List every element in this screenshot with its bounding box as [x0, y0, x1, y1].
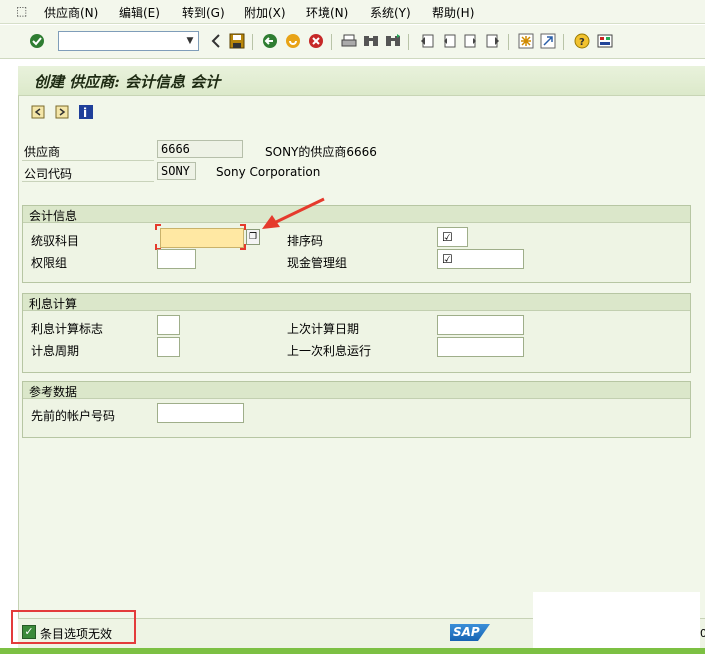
group-title: 参考数据 — [29, 385, 78, 399]
group-header: 利息计算 — [23, 294, 690, 311]
last-interest-run-label: 上一次利息运行 — [287, 344, 372, 358]
group-title: 利息计算 — [29, 297, 78, 311]
last-calc-date-label: 上次计算日期 — [287, 322, 360, 336]
back-icon[interactable] — [207, 32, 225, 50]
blank-area — [533, 592, 700, 654]
separator — [252, 34, 253, 50]
command-field[interactable]: ▼ — [58, 31, 199, 51]
save-icon[interactable] — [228, 32, 246, 50]
print-icon[interactable] — [340, 32, 358, 50]
company-description: Sony Corporation — [216, 165, 321, 179]
help-icon[interactable]: ? — [573, 32, 591, 50]
recon-account-field[interactable] — [160, 228, 244, 248]
separator — [563, 34, 564, 50]
label-underline — [22, 160, 154, 161]
annotation-arrow-icon — [262, 197, 325, 229]
cash-mgmt-label: 现金管理组 — [287, 256, 348, 270]
new-session-icon[interactable] — [517, 32, 535, 50]
menu-bar: ⬚ 供应商(N) 编辑(E) 转到(G) 附加(X) 环境(N) 系统(Y) 帮… — [0, 0, 705, 24]
separator — [331, 34, 332, 50]
first-page-icon[interactable] — [418, 32, 436, 50]
cash-mgmt-field[interactable]: ☑ — [437, 249, 524, 269]
sort-key-field[interactable]: ☑ — [437, 227, 468, 247]
svg-text:i: i — [83, 106, 87, 120]
interest-cycle-field[interactable] — [157, 337, 180, 357]
title-bar: 创建 供应商: 会计信息 会计 — [18, 66, 705, 96]
focus-corner — [155, 224, 161, 230]
interest-cycle-label: 计息周期 — [31, 344, 80, 358]
previous-screen-icon[interactable] — [30, 104, 46, 120]
svg-text:?: ? — [579, 37, 585, 48]
next-page-icon[interactable] — [462, 32, 480, 50]
layout-icon[interactable] — [596, 32, 614, 50]
info-icon[interactable]: i — [78, 104, 94, 120]
auth-group-label: 权限组 — [31, 256, 68, 270]
auth-group-field[interactable] — [157, 249, 196, 269]
vendor-label: 供应商 — [24, 145, 61, 159]
find-next-icon[interactable] — [384, 32, 402, 50]
last-page-icon[interactable] — [484, 32, 502, 50]
interest-indicator-label: 利息计算标志 — [31, 322, 104, 336]
menu-environment[interactable]: 环境(N) — [306, 4, 348, 21]
prev-account-field[interactable] — [157, 403, 244, 423]
separator — [408, 34, 409, 50]
back-green-icon[interactable] — [261, 32, 279, 50]
menu-vendor[interactable]: 供应商(N) — [44, 4, 98, 21]
vendor-field[interactable]: 6666 — [157, 140, 243, 158]
menu-edit[interactable]: 编辑(E) — [119, 4, 160, 21]
reference-group: 参考数据 — [22, 381, 691, 438]
annotation-highlight-box — [11, 610, 136, 644]
company-code-label: 公司代码 — [24, 167, 73, 181]
chevron-down-icon[interactable]: ▼ — [182, 32, 198, 50]
shortcut-icon[interactable] — [539, 32, 557, 50]
find-icon[interactable] — [362, 32, 380, 50]
last-calc-date-field[interactable] — [437, 315, 524, 335]
page-title: 创建 供应商: 会计信息 会计 — [34, 73, 221, 91]
menu-screen-icon[interactable]: ⬚ — [16, 5, 30, 17]
prev-account-label: 先前的帐户号码 — [31, 409, 116, 423]
status-digit: 0 — [700, 627, 705, 640]
separator — [508, 34, 509, 50]
group-header: 会计信息 — [23, 206, 690, 223]
exit-icon[interactable] — [284, 32, 302, 50]
group-header: 参考数据 — [23, 382, 690, 399]
last-interest-run-field[interactable] — [437, 337, 524, 357]
menu-help[interactable]: 帮助(H) — [432, 4, 474, 21]
menu-system[interactable]: 系统(Y) — [370, 4, 411, 21]
sort-key-label: 排序码 — [287, 234, 324, 248]
group-title: 会计信息 — [29, 209, 78, 223]
label-underline — [22, 181, 154, 182]
vendor-description: SONY的供应商6666 — [265, 145, 377, 159]
accounting-group: 会计信息 — [22, 205, 691, 283]
company-code-field[interactable]: SONY — [157, 162, 196, 180]
window-bottom-edge — [0, 648, 705, 654]
next-screen-icon[interactable] — [54, 104, 70, 120]
menu-goto[interactable]: 转到(G) — [182, 4, 225, 21]
cancel-icon[interactable] — [307, 32, 325, 50]
enter-icon[interactable] — [28, 32, 46, 50]
recon-account-label: 统驭科目 — [31, 234, 80, 248]
standard-toolbar: ▼ ? — [0, 25, 705, 59]
menu-extras[interactable]: 附加(X) — [244, 4, 286, 21]
interest-indicator-field[interactable] — [157, 315, 180, 335]
prev-page-icon[interactable] — [440, 32, 458, 50]
